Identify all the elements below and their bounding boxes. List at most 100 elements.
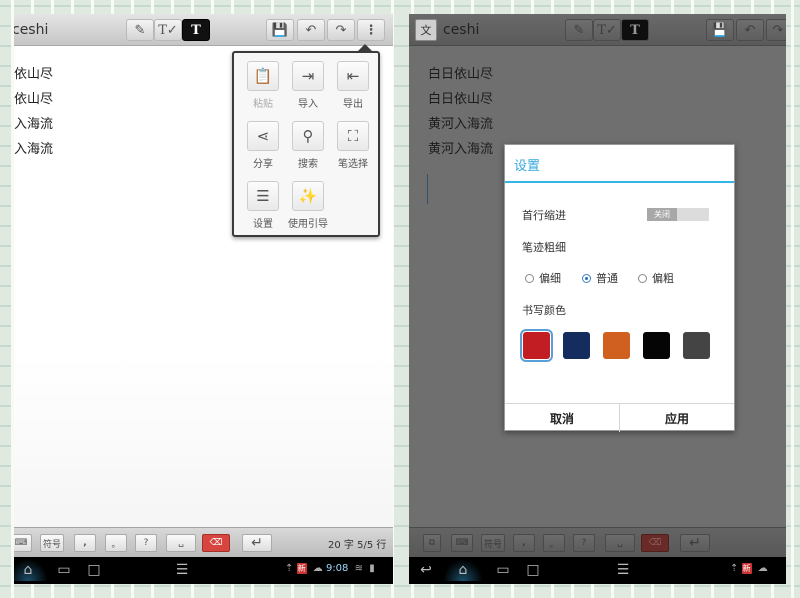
stroke-width-label: 笔迹粗细 — [522, 241, 566, 254]
apply-button[interactable]: 应用 — [619, 404, 734, 432]
overflow-menu: 📋 粘贴 ⇥ 导入 ⇤ 导出 ⋖ 分享 ⚲ 搜索 ⛶ 笔选择 ☰ 设置 ✨ 使用… — [232, 44, 380, 239]
cloud-icon: ☁ — [312, 563, 323, 574]
screenshot-button[interactable]: □ — [519, 559, 547, 581]
menu-item-label: 搜索 — [298, 159, 318, 170]
screenshot-icon: □ — [526, 562, 540, 578]
text-icon: T — [630, 22, 640, 38]
text-tool-button[interactable]: T — [182, 19, 210, 41]
menu-item-search[interactable]: ⚲ 搜索 — [285, 121, 331, 179]
color-swatch-black[interactable] — [643, 332, 670, 359]
text-tool-button[interactable]: T — [621, 19, 649, 41]
menu-item-pen-select[interactable]: ⛶ 笔选择 — [330, 121, 376, 179]
recent-apps-icon: ▭ — [496, 562, 510, 578]
paste-icon: 📋 — [247, 61, 279, 91]
redo-button[interactable]: ↷ — [766, 19, 786, 41]
back-button[interactable]: ↩ — [411, 559, 441, 581]
menu-item-label: 使用引导 — [288, 219, 328, 230]
menu-button[interactable]: ☰ — [164, 559, 200, 581]
stroke-option-thick[interactable]: 偏粗 — [638, 270, 674, 286]
text-icon: T — [191, 22, 201, 38]
color-swatch-red[interactable] — [520, 329, 553, 362]
stroke-option-thin[interactable]: 偏细 — [525, 270, 561, 286]
period-key[interactable]: 。 — [105, 534, 127, 552]
recent-apps-button[interactable]: ▭ — [489, 559, 517, 581]
keyboard-toggle-key[interactable]: ⌨ — [451, 534, 473, 552]
menu-item-paste[interactable]: 📋 粘贴 — [240, 61, 286, 119]
search-icon: ⚲ — [292, 121, 324, 151]
text-select-button[interactable]: T✓ — [154, 19, 182, 41]
color-swatch-navy[interactable] — [563, 332, 590, 359]
question-key[interactable]: ? — [573, 534, 595, 552]
text-content[interactable]: 依山尽 依山尽 入海流 入海流 — [14, 62, 53, 162]
cancel-button[interactable]: 取消 — [505, 404, 619, 432]
stroke-option-normal[interactable]: 普通 — [582, 270, 618, 286]
text-check-icon: T✓ — [597, 22, 617, 38]
symbols-key[interactable]: 符号 — [40, 534, 64, 552]
home-button[interactable]: ⌂ — [443, 559, 483, 581]
input-toolbar: ⌨ 符号 , 。 ? ␣ ⌫ ↵ 20 字 5/5 行 — [14, 527, 393, 557]
save-button[interactable]: 💾 — [266, 19, 294, 41]
menu-item-guide[interactable]: ✨ 使用引导 — [285, 181, 331, 239]
menu-item-import[interactable]: ⇥ 导入 — [285, 61, 331, 119]
color-swatch-gray[interactable] — [683, 332, 710, 359]
text-select-button[interactable]: T✓ — [593, 19, 621, 41]
enter-key[interactable]: ↵ — [242, 534, 272, 552]
home-button[interactable]: ⌂ — [14, 559, 48, 581]
indent-label: 首行缩进 — [522, 209, 566, 222]
more-menu-button[interactable]: ⋮ — [357, 19, 385, 41]
space-icon: ␣ — [617, 538, 623, 548]
menu-item-export[interactable]: ⇤ 导出 — [330, 61, 376, 119]
toggle-state: 关闭 — [647, 208, 677, 221]
comma-key[interactable]: , — [513, 534, 535, 552]
home-icon: ⌂ — [458, 562, 468, 578]
undo-button[interactable]: ↶ — [297, 19, 325, 41]
question-key[interactable]: ? — [135, 534, 157, 552]
space-key[interactable]: ␣ — [166, 534, 196, 552]
ink-color-label: 书写颜色 — [522, 304, 566, 317]
space-key[interactable]: ␣ — [605, 534, 635, 552]
home-icon: ⌂ — [23, 562, 33, 578]
color-swatch-orange[interactable] — [603, 332, 630, 359]
top-toolbar: ceshi ✎ T✓ T 💾 ↶ ↷ ⋮ — [14, 14, 393, 46]
keyboard-toggle-key[interactable]: ⌨ — [14, 534, 32, 552]
menu-item-settings[interactable]: ☰ 设置 — [240, 181, 286, 239]
battery-icon: ▮ — [369, 563, 375, 574]
copy-key[interactable]: ⧉ — [423, 534, 441, 552]
save-button[interactable]: 💾 — [706, 19, 734, 41]
enter-key[interactable]: ↵ — [680, 534, 710, 552]
comma-key[interactable]: , — [74, 534, 96, 552]
screenshot-button[interactable]: □ — [80, 559, 108, 581]
menu-icon: ☰ — [616, 562, 630, 578]
enter-icon: ↵ — [251, 535, 263, 551]
copy-icon: ⧉ — [428, 538, 436, 548]
clock: 9:08 — [325, 563, 349, 574]
pen-tool-button[interactable]: ✎ — [565, 19, 593, 41]
notification-badge: 新 — [296, 563, 307, 574]
text-content[interactable]: 白日依山尽 白日依山尽 黄河入海流 黄河入海流 — [428, 62, 493, 162]
pen-tool-button[interactable]: ✎ — [126, 19, 154, 41]
menu-item-label: 粘贴 — [253, 99, 273, 110]
indent-toggle[interactable]: 关闭 — [647, 208, 709, 221]
char-line-count: 20 字 5/5 行 — [328, 540, 387, 551]
keyboard-icon: ⌨ — [14, 538, 28, 548]
redo-button[interactable]: ↷ — [327, 19, 355, 41]
text-line: 入海流 — [14, 117, 54, 132]
cloud-icon: ☁ — [757, 563, 768, 574]
save-icon: 💾 — [711, 22, 729, 38]
export-icon: ⇤ — [337, 61, 369, 91]
delete-key[interactable]: ⌫ — [202, 534, 230, 552]
settings-dialog: 设置 首行缩进 关闭 笔迹粗细 偏细 普通 偏粗 书写颜色 取消 应用 — [504, 144, 735, 432]
menu-button[interactable]: ☰ — [605, 559, 641, 581]
symbols-key[interactable]: 符号 — [481, 534, 505, 552]
recent-apps-button[interactable]: ▭ — [50, 559, 78, 581]
signal-icon: ⇡ — [730, 563, 739, 574]
delete-key[interactable]: ⌫ — [641, 534, 669, 552]
enter-icon: ↵ — [689, 535, 701, 551]
period-key[interactable]: 。 — [543, 534, 565, 552]
undo-button[interactable]: ↶ — [736, 19, 764, 41]
radio-label: 普通 — [596, 272, 618, 285]
top-toolbar: 文 ceshi ✎ T✓ T 💾 ↶ ↷ — [409, 14, 786, 46]
app-logo: 文 — [415, 19, 437, 41]
dialog-buttons: 取消 应用 — [505, 403, 734, 432]
menu-item-share[interactable]: ⋖ 分享 — [240, 121, 286, 179]
